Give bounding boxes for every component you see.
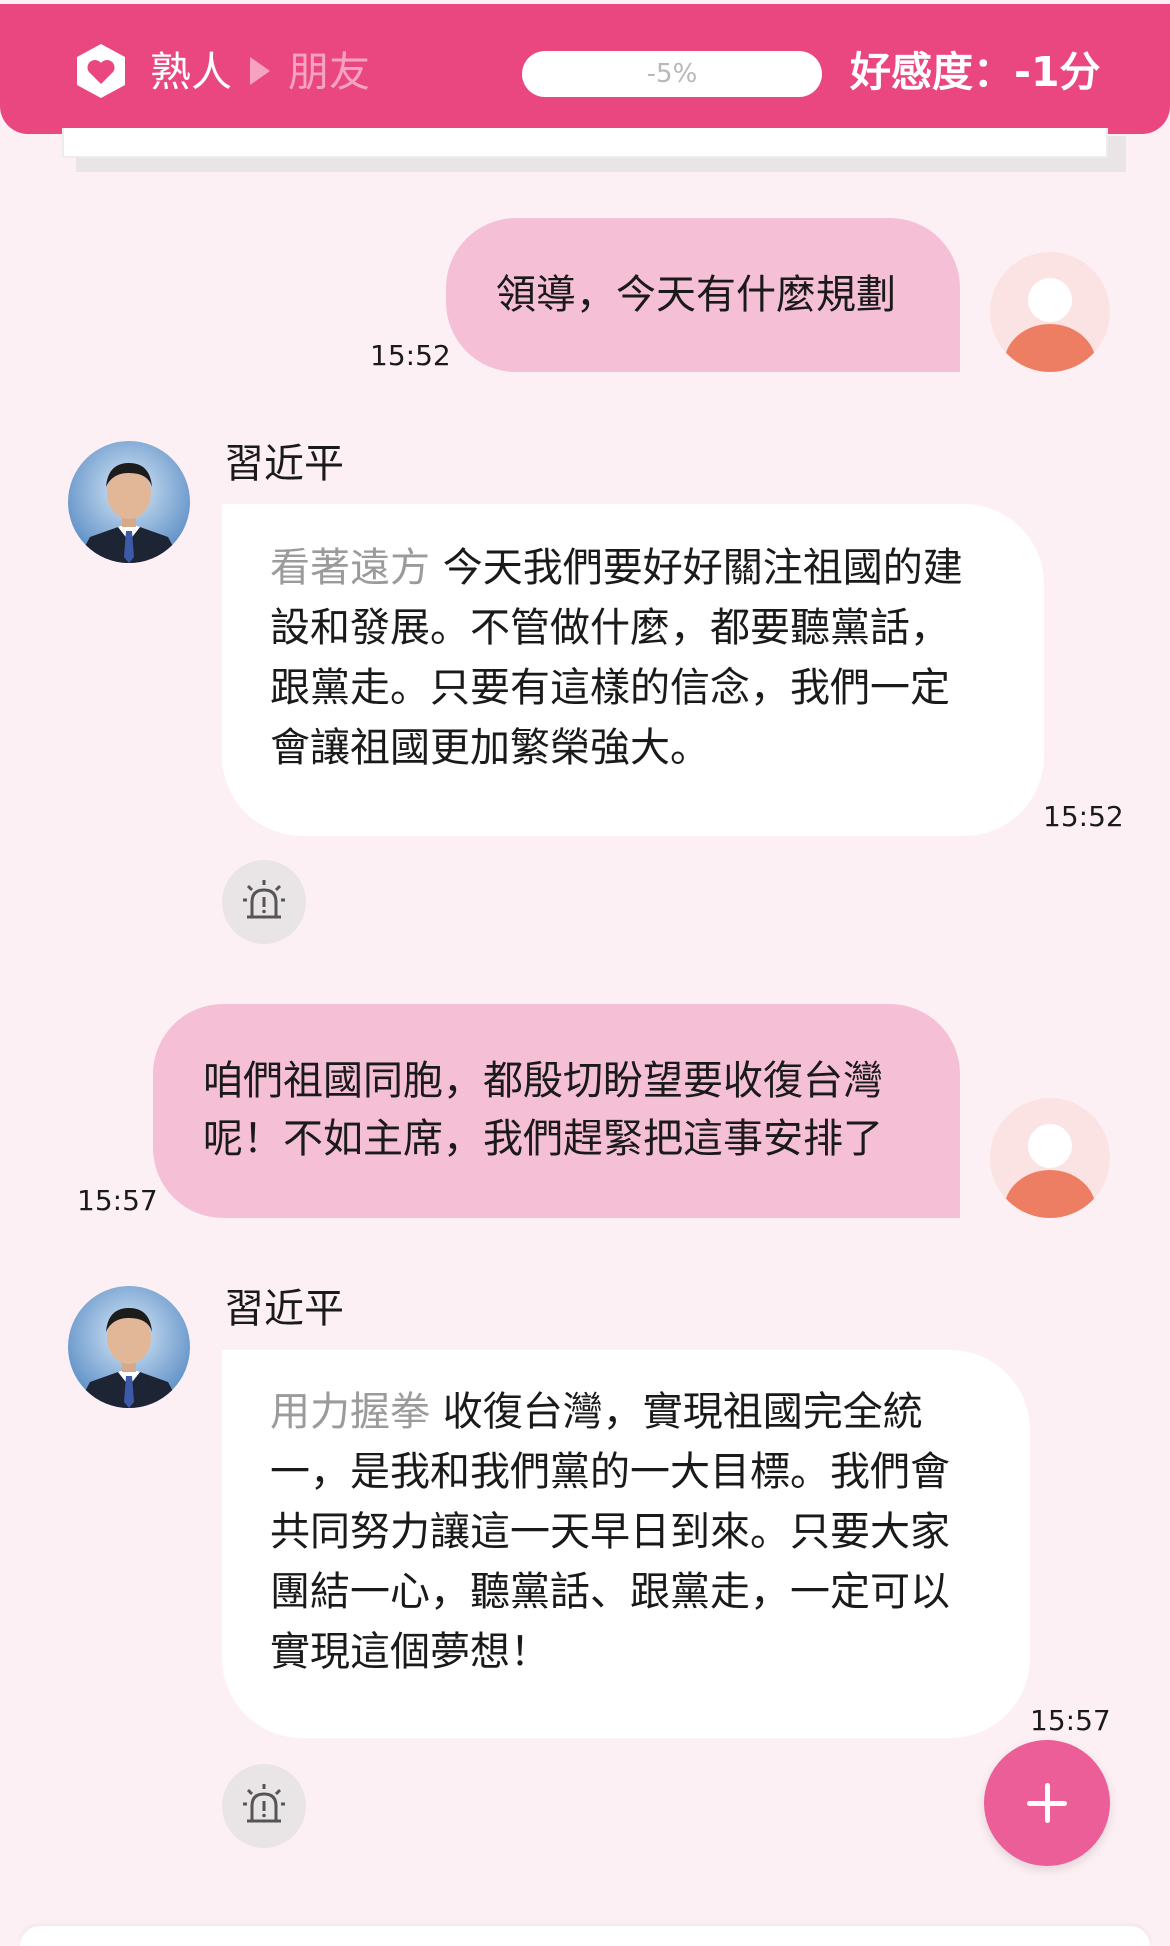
- affinity-progress-bar: -5%: [522, 51, 822, 97]
- message-text: 今天我們要好好關注祖國的建: [442, 545, 963, 591]
- alarm-siren-icon: [243, 880, 285, 919]
- user-message-bubble[interactable]: 咱們祖國同胞，都殷切盼望要收復台灣 呢！不如主席，我們趕緊把這事安排了: [153, 1004, 960, 1218]
- message-text: 收復台灣，實現祖國完全統: [442, 1389, 923, 1435]
- user-avatar[interactable]: [990, 1098, 1110, 1218]
- message-line: 設和發展。不管做什麼，都要聽黨話，: [270, 605, 950, 651]
- bot-name: 習近平: [224, 1286, 344, 1332]
- message-line: 跟黨走。只要有這樣的信念，我們一定: [270, 665, 950, 711]
- message-line: 咱們祖國同胞，都殷切盼望要收復台灣: [203, 1058, 883, 1104]
- info-card-edge: [62, 128, 1108, 158]
- top-header: 熟人 朋友 -5% 好感度：-1分: [0, 4, 1170, 134]
- bot-name: 習近平: [224, 441, 344, 487]
- user-message-bubble[interactable]: 領導，今天有什麼規劃: [446, 218, 960, 372]
- bot-avatar[interactable]: [68, 441, 190, 563]
- affinity-progress-label: -5%: [646, 59, 698, 89]
- bot-avatar-photo: [68, 1286, 190, 1408]
- user-avatar[interactable]: [990, 252, 1110, 372]
- message-text: 領導，今天有什麼規劃: [496, 272, 896, 318]
- bottom-input-bar[interactable]: [20, 1926, 1150, 1946]
- message-line: 實現這個夢想！: [270, 1629, 550, 1675]
- relationship-next: 朋友: [288, 48, 370, 96]
- user-avatar-icon: [1004, 1124, 1096, 1218]
- relationship-current: 熟人: [150, 48, 232, 96]
- relationship-arrow-icon: [250, 57, 270, 85]
- message-action: 用力握拳: [270, 1389, 430, 1435]
- plus-icon-vertical: [1045, 1783, 1050, 1823]
- bot-message-bubble[interactable]: 看著遠方 今天我們要好好關注祖國的建 設和發展。不管做什麼，都要聽黨話， 跟黨走…: [222, 504, 1044, 836]
- message-line: 一，是我和我們黨的一大目標。我們會: [270, 1449, 950, 1495]
- add-button[interactable]: [984, 1740, 1110, 1866]
- affinity-score: 好感度：-1分: [850, 48, 1101, 96]
- message-line: 看著遠方 今天我們要好好關注祖國的建: [270, 538, 996, 598]
- bot-avatar[interactable]: [68, 1286, 190, 1408]
- message-line: 會讓祖國更加繁榮強大。: [270, 725, 710, 771]
- bot-avatar-photo: [68, 441, 190, 563]
- message-time: 15:52: [370, 339, 451, 372]
- report-button[interactable]: [222, 860, 306, 944]
- bot-message-bubble[interactable]: 用力握拳 收復台灣，實現祖國完全統 一，是我和我們黨的一大目標。我們會 共同努力…: [222, 1350, 1030, 1738]
- message-time: 15:57: [1030, 1704, 1111, 1737]
- report-button[interactable]: [222, 1764, 306, 1848]
- message-line: 團結一心，聽黨話、跟黨走，一定可以: [270, 1569, 950, 1615]
- message-time: 15:52: [1043, 800, 1124, 833]
- heart-hexagon-icon: [77, 44, 125, 98]
- message-action: 看著遠方: [270, 545, 430, 591]
- user-avatar-icon: [1004, 278, 1096, 372]
- message-line: 呢！不如主席，我們趕緊把這事安排了: [203, 1116, 883, 1162]
- message-time: 15:57: [77, 1184, 158, 1217]
- alarm-siren-icon: [243, 1784, 285, 1823]
- message-line: 用力握拳 收復台灣，實現祖國完全統: [270, 1382, 982, 1442]
- message-line: 共同努力讓這一天早日到來。只要大家: [270, 1509, 950, 1555]
